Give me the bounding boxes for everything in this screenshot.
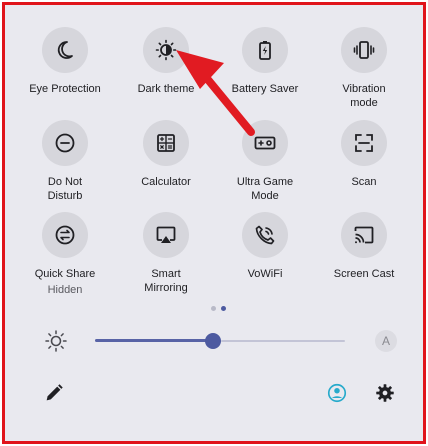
edit-icon[interactable] (43, 382, 65, 404)
tile-label: Quick Share (34, 268, 96, 280)
tile-do-not-disturb[interactable]: Do Not Disturb (13, 120, 117, 203)
quick-settings-panel: Eye Protection Dark theme Battery Saver … (2, 2, 426, 444)
tile-label: Battery Saver (231, 83, 299, 95)
tile-ultra-game-mode[interactable]: Ultra Game Mode (213, 120, 317, 203)
tile-screen-cast[interactable]: Screen Cast (312, 212, 416, 281)
tile-quick-share-circle (42, 212, 88, 258)
tile-label: Eye Protection (29, 83, 101, 95)
page-dot-2 (221, 306, 226, 311)
tile-ultra-game-mode-circle (242, 120, 288, 166)
moon-icon (57, 41, 73, 59)
tile-scan[interactable]: Scan (312, 120, 416, 189)
calculator-icon (157, 134, 175, 152)
page-indicator (211, 306, 226, 311)
tile-dark-theme-circle (143, 27, 189, 73)
scan-icon (355, 134, 373, 152)
tile-label: Ultra Game Mode (236, 176, 294, 202)
tile-vibration-mode-circle (341, 27, 387, 73)
tile-label: Screen Cast (333, 268, 395, 280)
brightness-thumb[interactable] (205, 333, 221, 349)
tile-quick-share[interactable]: Quick Share Hidden (13, 212, 117, 297)
tile-sublabel: Hidden (47, 284, 83, 296)
tile-label: Calculator (141, 176, 191, 188)
tile-vowifi[interactable]: VoWiFi (213, 212, 317, 281)
user-icon[interactable] (326, 382, 348, 404)
tile-vowifi-circle (242, 212, 288, 258)
tile-calculator[interactable]: Calculator (114, 120, 218, 189)
brightness-icon (45, 330, 67, 352)
tile-smart-mirroring-circle (143, 212, 189, 258)
brightness-track (221, 340, 345, 342)
tile-label: Smart Mirroring (144, 268, 188, 294)
cast-icon (354, 226, 374, 244)
quick-share-icon (55, 225, 75, 245)
tile-battery-saver[interactable]: Battery Saver (213, 27, 317, 96)
contrast-icon (155, 39, 177, 61)
tile-label: Do Not Disturb (47, 176, 83, 202)
tile-eye-protection[interactable]: Eye Protection (13, 27, 117, 96)
tile-vibration-mode[interactable]: Vibration mode (312, 27, 416, 110)
tile-label: Vibration mode (342, 83, 386, 109)
tile-label: VoWiFi (247, 268, 283, 280)
minus-circle-icon (55, 133, 75, 153)
page-dot-1 (211, 306, 216, 311)
tile-calculator-circle (143, 120, 189, 166)
auto-brightness-button[interactable]: A (375, 330, 397, 352)
tile-eye-protection-circle (42, 27, 88, 73)
wifi-call-icon (255, 225, 275, 245)
tile-label: Dark theme (137, 83, 195, 95)
tile-scan-circle (341, 120, 387, 166)
battery-icon (259, 41, 271, 60)
tile-battery-saver-circle (242, 27, 288, 73)
tile-smart-mirroring[interactable]: Smart Mirroring (114, 212, 218, 295)
mirroring-icon (156, 226, 176, 243)
brightness-slider[interactable] (95, 331, 345, 351)
tile-dark-theme[interactable]: Dark theme (114, 27, 218, 96)
brightness-track-fill (95, 339, 213, 342)
settings-icon[interactable] (374, 382, 396, 404)
tile-label: Scan (351, 176, 377, 188)
vibration-icon (353, 41, 375, 59)
game-icon (254, 136, 276, 150)
tile-do-not-disturb-circle (42, 120, 88, 166)
tile-screen-cast-circle (341, 212, 387, 258)
